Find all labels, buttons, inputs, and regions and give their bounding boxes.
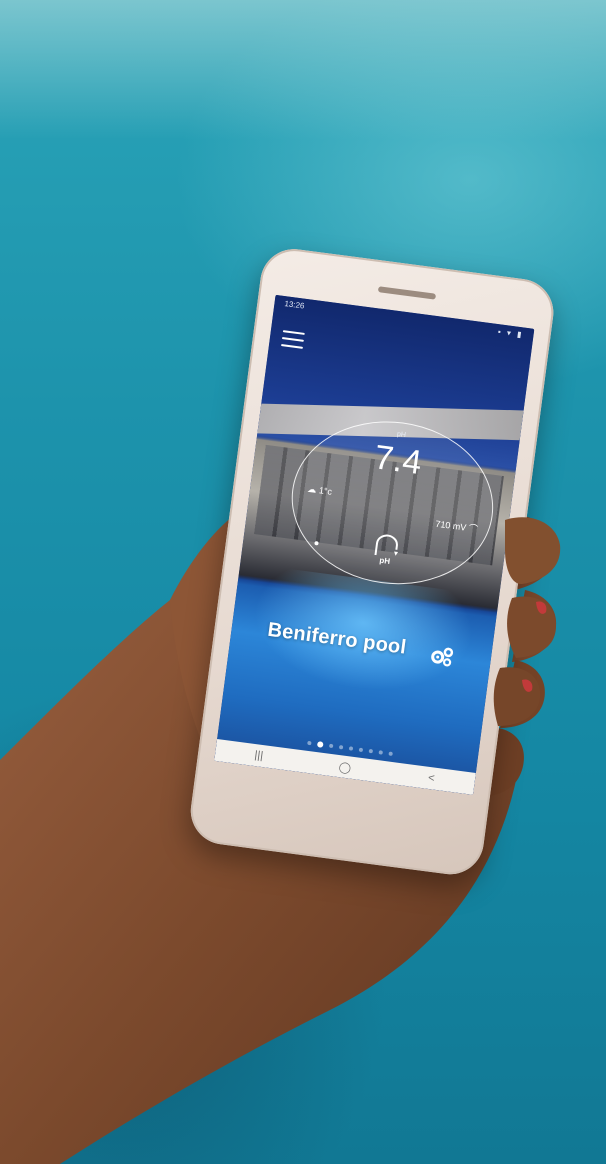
back-button[interactable]: < xyxy=(416,770,447,786)
gauge-indicator-dot xyxy=(314,541,319,546)
settings-gears-icon[interactable] xyxy=(428,644,455,669)
page-dot[interactable] xyxy=(358,747,364,753)
page-dot[interactable] xyxy=(328,743,334,749)
ph-dispenser-icon: pH xyxy=(368,532,404,570)
page-dot[interactable] xyxy=(388,751,393,756)
page-dot[interactable] xyxy=(378,750,383,755)
home-button[interactable]: ◯ xyxy=(329,759,360,776)
page-dot[interactable] xyxy=(348,746,354,751)
temperature-reading: ☁ 1°c xyxy=(307,484,333,498)
page-dot[interactable] xyxy=(338,744,344,750)
page-dot[interactable] xyxy=(307,740,312,746)
recent-apps-button[interactable]: ||| xyxy=(243,748,274,764)
page-dot[interactable] xyxy=(316,741,324,748)
status-time: 13:26 xyxy=(283,299,305,311)
status-icons: ▪ ▾ ▮ xyxy=(497,327,525,340)
hamburger-menu-icon[interactable] xyxy=(280,330,305,349)
orp-reading: 710 mV ⌒ xyxy=(435,517,479,535)
thermometer-icon: ☁ xyxy=(306,483,318,495)
orp-value: 710 mV xyxy=(434,518,467,533)
page-dot[interactable] xyxy=(368,748,374,754)
temperature-value: 1°c xyxy=(318,485,333,497)
chlorine-tap-icon: ⌒ xyxy=(468,523,479,535)
